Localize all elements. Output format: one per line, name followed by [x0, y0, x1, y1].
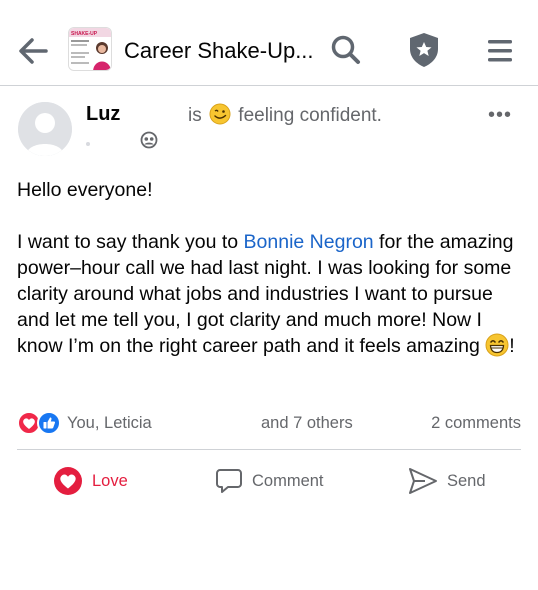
feeling-prefix: is	[188, 105, 202, 126]
reaction-names[interactable]: You, Leticia	[67, 414, 152, 433]
timestamp-dot	[86, 142, 90, 146]
post-body: Hello everyone! I want to say thank you …	[17, 177, 517, 359]
feeling-text: feeling confident.	[238, 105, 382, 126]
default-avatar-icon	[18, 102, 72, 156]
heart-icon	[23, 418, 35, 429]
shield-star-icon[interactable]	[408, 32, 440, 68]
search-icon[interactable]	[330, 34, 362, 66]
smiley-emoji-icon	[209, 103, 231, 125]
top-bar: SHAKE-UP Career Shake‑Up...	[0, 0, 538, 86]
divider	[17, 449, 521, 450]
love-label: Love	[92, 471, 128, 490]
grinning-emoji-icon	[485, 333, 509, 357]
group-title[interactable]: Career Shake‑Up...	[124, 38, 314, 64]
reactions-row: You, Leticia and 7 others 2 comments	[17, 410, 521, 436]
post-text-end: !	[509, 335, 515, 357]
comment-label: Comment	[252, 471, 324, 490]
hamburger-menu-icon[interactable]	[485, 38, 515, 64]
back-arrow-icon[interactable]	[16, 34, 50, 68]
comments-count[interactable]: 2 comments	[431, 414, 521, 433]
send-button[interactable]: Send	[408, 464, 486, 498]
post-greeting: Hello everyone!	[17, 179, 153, 201]
reaction-others[interactable]: and 7 others	[261, 414, 353, 433]
post-text-start: I want to say thank you to	[17, 231, 244, 253]
love-button[interactable]: Love	[53, 464, 128, 498]
group-thumbnail[interactable]: SHAKE-UP	[68, 27, 112, 71]
comment-icon	[216, 469, 242, 493]
group-cover-image: SHAKE-UP	[69, 28, 111, 70]
author-avatar[interactable]	[18, 102, 72, 156]
send-label: Send	[447, 471, 486, 490]
like-icon	[43, 417, 56, 429]
feeling-status: is feeling confident.	[188, 103, 382, 127]
mention-link[interactable]: Bonnie Negron	[244, 231, 374, 253]
like-reaction-icon[interactable]	[37, 411, 61, 435]
thumb-text: SHAKE-UP	[71, 31, 98, 37]
comment-button[interactable]: Comment	[215, 464, 324, 498]
post-paragraph: I want to say thank you to Bonnie Negron…	[17, 229, 517, 359]
heart-icon	[54, 467, 82, 495]
author-name[interactable]: Luz	[86, 103, 120, 126]
send-icon	[409, 468, 437, 494]
more-options-icon[interactable]: •••	[488, 104, 512, 127]
audience-icon[interactable]	[140, 131, 158, 149]
